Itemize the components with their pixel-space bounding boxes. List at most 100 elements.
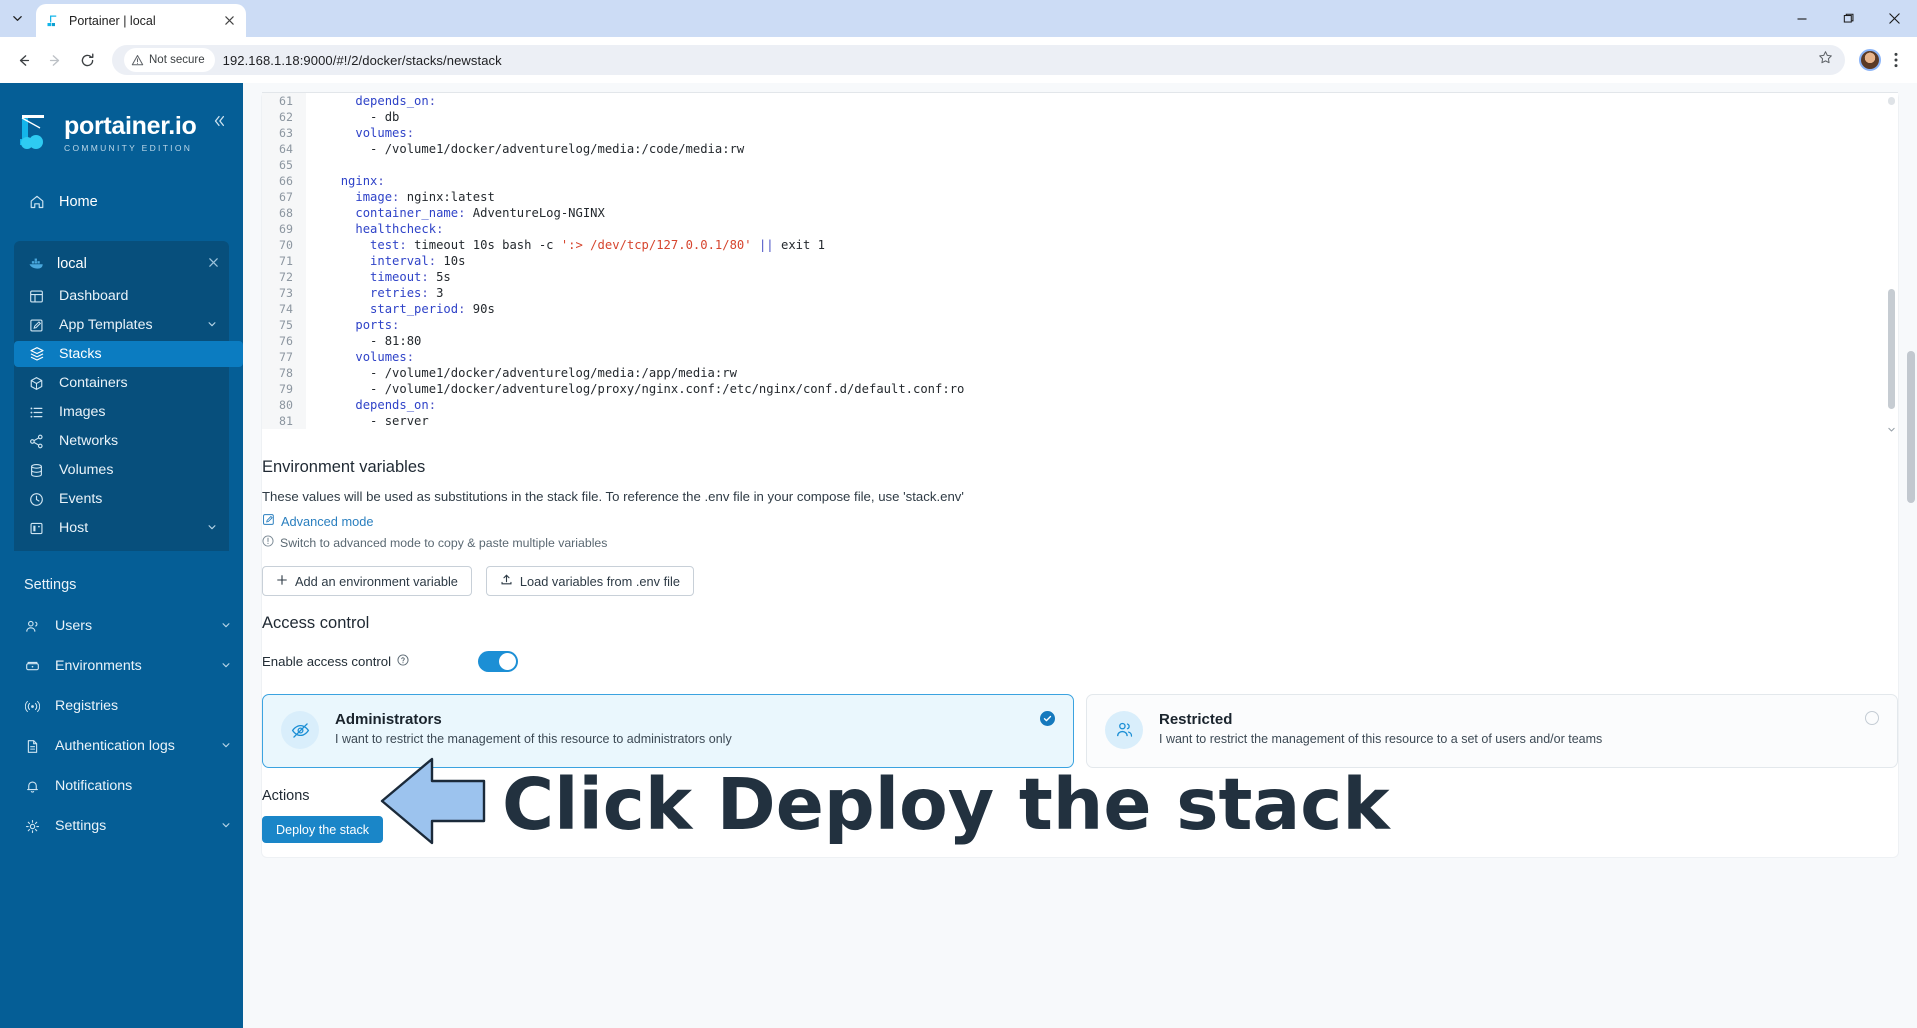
line-content: nginx: <box>340 174 385 188</box>
chevron-down-icon[interactable] <box>207 319 217 332</box>
sidebar-item-users[interactable]: Users <box>0 613 243 639</box>
stack-form-panel: 61 depends_on: 62 - db 63 volumes: 64 - /vo… <box>261 92 1899 858</box>
editor-line[interactable]: 80 depends_on: <box>262 397 1898 413</box>
question-circle-icon[interactable] <box>397 654 409 669</box>
line-number: 63 <box>262 125 306 141</box>
sidebar-item-images[interactable]: Images <box>14 399 229 425</box>
deploy-the-stack-button[interactable]: Deploy the stack <box>262 816 384 843</box>
editor-line[interactable]: 74 start_period: 90s <box>262 301 1898 317</box>
editor-scrollbar-thumb[interactable] <box>1888 289 1895 409</box>
editor-line[interactable]: 70 test: timeout 10s bash -c ':> /dev/tc… <box>262 237 1898 253</box>
access-control-toggle-row: Enable access control <box>262 633 1898 672</box>
address-bar[interactable]: Not secure 192.168.1.18:9000/#!/2/docker… <box>112 45 1845 75</box>
compose-editor[interactable]: 61 depends_on: 62 - db 63 volumes: 64 - /vo… <box>262 92 1898 440</box>
line-number: 66 <box>262 173 306 189</box>
line-content: volumes: <box>355 350 415 364</box>
radio-button[interactable] <box>1865 711 1879 725</box>
editor-line[interactable]: 64 - /volume1/docker/adventurelog/media:… <box>262 141 1898 157</box>
editor-line[interactable]: 69 healthcheck: <box>262 221 1898 237</box>
chevron-double-left-icon[interactable] <box>209 111 229 131</box>
editor-line[interactable]: 77 volumes: <box>262 349 1898 365</box>
volumes-icon <box>28 462 45 479</box>
editor-line[interactable]: 63 volumes: <box>262 125 1898 141</box>
editor-lines[interactable]: 61 depends_on: 62 - db 63 volumes: 64 - /vo… <box>262 93 1898 429</box>
editor-line[interactable]: 65 <box>262 157 1898 173</box>
sidebar-item-stacks[interactable]: Stacks <box>14 341 243 367</box>
line-content: - /volume1/docker/adventurelog/media:/ap… <box>326 366 737 380</box>
sidebar-item-host[interactable]: Host <box>14 515 229 541</box>
minimize-icon[interactable] <box>1779 0 1825 37</box>
editor-scrollbar-track[interactable] <box>1888 97 1895 105</box>
maximize-icon[interactable] <box>1825 0 1871 37</box>
access-option-title: Restricted <box>1159 711 1233 728</box>
sidebar-environment-name: local <box>57 255 87 272</box>
sidebar-item-settings[interactable]: Settings <box>0 813 243 839</box>
add-environment-variable-button[interactable]: Add an environment variable <box>262 566 472 596</box>
editor-line[interactable]: 67 image: nginx:latest <box>262 189 1898 205</box>
sidebar-item-registries[interactable]: Registries <box>0 693 243 719</box>
editor-line[interactable]: 68 container_name: AdventureLog-NGINX <box>262 205 1898 221</box>
access-option-restricted[interactable]: Restricted I want to restrict the manage… <box>1086 694 1898 768</box>
sidebar-item-environments[interactable]: Environments <box>0 653 243 679</box>
load-env-file-button[interactable]: Load variables from .env file <box>485 566 694 596</box>
sidebar-environment-header[interactable]: local <box>14 247 229 280</box>
access-control-toggle-label: Enable access control <box>262 654 478 669</box>
page-scrollbar-thumb[interactable] <box>1907 351 1915 503</box>
close-icon[interactable] <box>220 12 238 30</box>
sidebar-item-label: Dashboard <box>59 288 129 304</box>
sidebar-item-networks[interactable]: Networks <box>14 428 229 454</box>
editor-line[interactable]: 72 timeout: 5s <box>262 269 1898 285</box>
sidebar-logo[interactable]: portainer.io COMMUNITY EDITION <box>0 101 243 158</box>
chevron-down-icon[interactable] <box>221 660 231 673</box>
sidebar-item-notifications[interactable]: Notifications <box>0 773 243 799</box>
back-arrow-icon[interactable] <box>8 45 38 75</box>
chevron-down-icon[interactable] <box>221 820 231 833</box>
security-status[interactable]: Not secure <box>124 48 215 72</box>
reload-icon[interactable] <box>72 45 102 75</box>
editor-line[interactable]: 75 ports: <box>262 317 1898 333</box>
editor-line[interactable]: 76 - 81:80 <box>262 333 1898 349</box>
browser-tab[interactable]: Portainer | local <box>36 4 246 37</box>
sidebar-item-label: Stacks <box>59 346 102 362</box>
editor-line[interactable]: 73 retries: 3 <box>262 285 1898 301</box>
sidebar-item-app-templates[interactable]: App Templates <box>14 312 229 338</box>
browser-toolbar: Not secure 192.168.1.18:9000/#!/2/docker… <box>0 37 1917 83</box>
sidebar-item-containers[interactable]: Containers <box>14 370 229 396</box>
advanced-mode-link[interactable]: Advanced mode <box>262 504 1898 529</box>
window-close-icon[interactable] <box>1871 0 1917 37</box>
tab-list-icon[interactable] <box>0 1 34 35</box>
chevron-down-icon[interactable] <box>1886 425 1897 436</box>
line-number: 78 <box>262 365 306 381</box>
access-option-administrators[interactable]: Administrators I want to restrict the ma… <box>262 694 1074 768</box>
container-icon <box>28 375 45 392</box>
editor-line[interactable]: 66 nginx: <box>262 173 1898 189</box>
chevron-down-icon[interactable] <box>221 740 231 753</box>
chevron-down-icon[interactable] <box>207 522 217 535</box>
editor-line[interactable]: 78 - /volume1/docker/adventurelog/media:… <box>262 365 1898 381</box>
sidebar-item-authentication-logs[interactable]: Authentication logs <box>0 733 243 759</box>
line-content: depends_on: <box>355 94 437 108</box>
browser-tabstrip: Portainer | local <box>0 0 1917 37</box>
editor-line[interactable]: 62 - db <box>262 109 1898 125</box>
editor-line[interactable]: 81 - server <box>262 413 1898 429</box>
kebab-menu-icon[interactable] <box>1883 45 1909 75</box>
line-content: - db <box>326 110 400 124</box>
chevron-down-icon[interactable] <box>221 620 231 633</box>
sidebar-item-label: Networks <box>59 433 119 449</box>
close-icon[interactable] <box>208 256 219 271</box>
sidebar-item-home[interactable]: Home <box>0 184 243 219</box>
eye-off-icon <box>281 711 319 749</box>
enable-access-control-toggle[interactable] <box>478 651 518 672</box>
line-number: 73 <box>262 285 306 301</box>
sidebar-item-dashboard[interactable]: Dashboard <box>14 283 229 309</box>
sidebar-item-events[interactable]: Events <box>14 486 229 512</box>
editor-line[interactable]: 79 - /volume1/docker/adventurelog/proxy/… <box>262 381 1898 397</box>
sidebar-item-volumes[interactable]: Volumes <box>14 457 229 483</box>
sidebar-item-label: Settings <box>55 818 107 834</box>
avatar[interactable] <box>1859 49 1881 71</box>
sidebar-item-label: Events <box>59 491 103 507</box>
star-icon[interactable] <box>1818 50 1833 70</box>
editor-line[interactable]: 71 interval: 10s <box>262 253 1898 269</box>
editor-line[interactable]: 61 depends_on: <box>262 93 1898 109</box>
toggle-knob <box>499 653 516 670</box>
